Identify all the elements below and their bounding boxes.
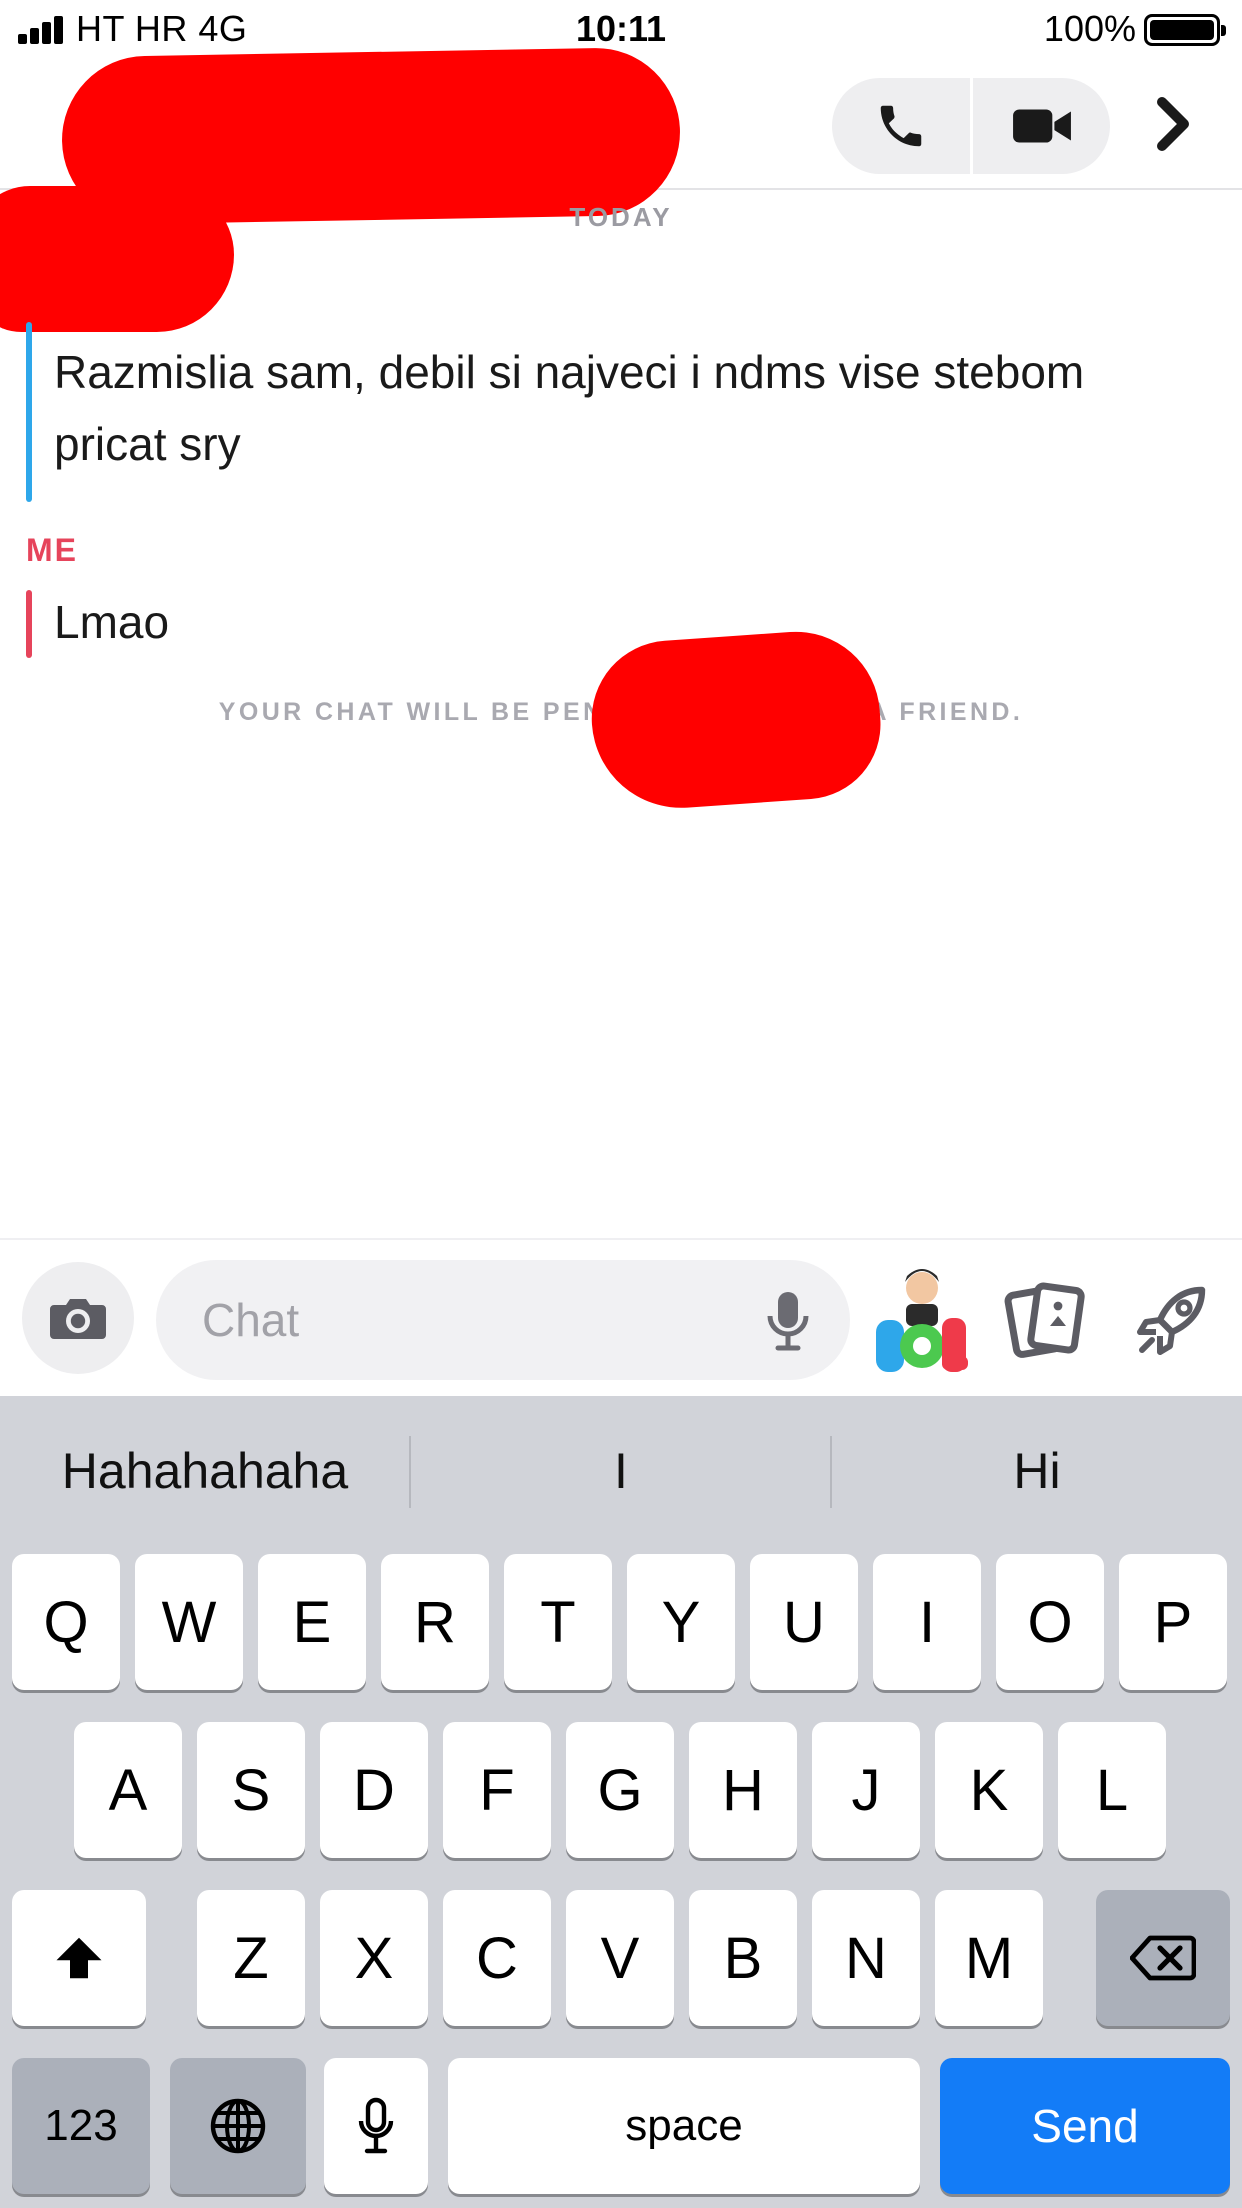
key-j[interactable]: J (812, 1722, 920, 1858)
key-a[interactable]: A (74, 1722, 182, 1858)
camera-icon (50, 1299, 106, 1339)
date-separator: TODAY (569, 202, 673, 232)
chat-input-placeholder: Chat (202, 1294, 300, 1346)
send-key[interactable]: Send (940, 2058, 1230, 2194)
key-q[interactable]: Q (12, 1554, 120, 1690)
key-z[interactable]: Z (197, 1890, 305, 2026)
chevron-right-icon (1157, 97, 1189, 151)
key-p[interactable]: P (1119, 1554, 1227, 1690)
key-t[interactable]: T (504, 1554, 612, 1690)
key-n[interactable]: N (812, 1890, 920, 2026)
battery-percentage: 100% (1043, 8, 1136, 49)
key-r[interactable]: R (381, 1554, 489, 1690)
compose-bar: Chat (0, 1238, 1242, 1396)
rocket-icon (1137, 1286, 1206, 1355)
suggestion-item[interactable]: Hi (832, 1436, 1242, 1506)
message-bar (26, 322, 32, 502)
space-key[interactable]: space (448, 2058, 920, 2194)
video-call-button[interactable] (973, 78, 1110, 174)
key-o[interactable]: O (996, 1554, 1104, 1690)
key-l[interactable]: L (1058, 1722, 1166, 1858)
cards-icon (1004, 1282, 1085, 1358)
shift-arrow-icon (56, 1937, 102, 1979)
bitmoji-lol-sticker[interactable] (872, 1260, 972, 1380)
globe-key[interactable] (170, 2058, 306, 2194)
cards-button[interactable] (1004, 1278, 1088, 1362)
camera-button[interactable] (22, 1262, 134, 1374)
key-h[interactable]: H (689, 1722, 797, 1858)
phone-icon (880, 105, 922, 147)
suggestion-item[interactable]: I (411, 1436, 831, 1506)
key-k[interactable]: K (935, 1722, 1043, 1858)
key-b[interactable]: B (689, 1890, 797, 2026)
redaction-mark-notice (586, 626, 886, 814)
voice-call-button[interactable] (832, 78, 970, 174)
chat-details-button[interactable] (1152, 92, 1196, 156)
chat-input[interactable]: Chat (156, 1260, 850, 1380)
key-d[interactable]: D (320, 1722, 428, 1858)
key-s[interactable]: S (197, 1722, 305, 1858)
games-button[interactable] (1130, 1278, 1214, 1362)
key-y[interactable]: Y (627, 1554, 735, 1690)
message-item[interactable]: Razmislia sam, debil si najveci i ndms v… (26, 322, 1216, 502)
message-bar (26, 590, 32, 658)
key-f[interactable]: F (443, 1722, 551, 1858)
keyboard: Hahahahaha I Hi Q W E R T Y U I O P A S … (0, 1396, 1242, 2208)
microphone-icon (358, 2097, 394, 2154)
microphone-icon[interactable] (766, 1288, 810, 1352)
key-m[interactable]: M (935, 1890, 1043, 2026)
key-e[interactable]: E (258, 1554, 366, 1690)
shift-key[interactable] (12, 1890, 146, 2026)
delete-key[interactable] (1096, 1890, 1230, 2026)
dictation-key[interactable] (324, 2058, 428, 2194)
message-text: Razmislia sam, debil si najveci i ndms v… (54, 346, 1085, 470)
key-x[interactable]: X (320, 1890, 428, 2026)
key-i[interactable]: I (873, 1554, 981, 1690)
key-w[interactable]: W (135, 1554, 243, 1690)
predictive-bar: Hahahahaha I Hi (0, 1396, 1242, 1546)
message-text: Lmao (54, 596, 170, 648)
message-item[interactable]: Lmao (26, 590, 626, 658)
backspace-icon (1130, 1935, 1196, 1981)
key-g[interactable]: G (566, 1722, 674, 1858)
call-button-group (832, 78, 1110, 174)
video-camera-icon (1013, 109, 1071, 143)
key-v[interactable]: V (566, 1890, 674, 2026)
sender-label-me: ME (26, 532, 78, 568)
suggestion-item[interactable]: Hahahahaha (0, 1436, 410, 1506)
numbers-key[interactable]: 123 (12, 2058, 150, 2194)
key-u[interactable]: U (750, 1554, 858, 1690)
globe-icon (210, 2098, 266, 2154)
key-c[interactable]: C (443, 1890, 551, 2026)
battery-icon (1144, 14, 1226, 46)
